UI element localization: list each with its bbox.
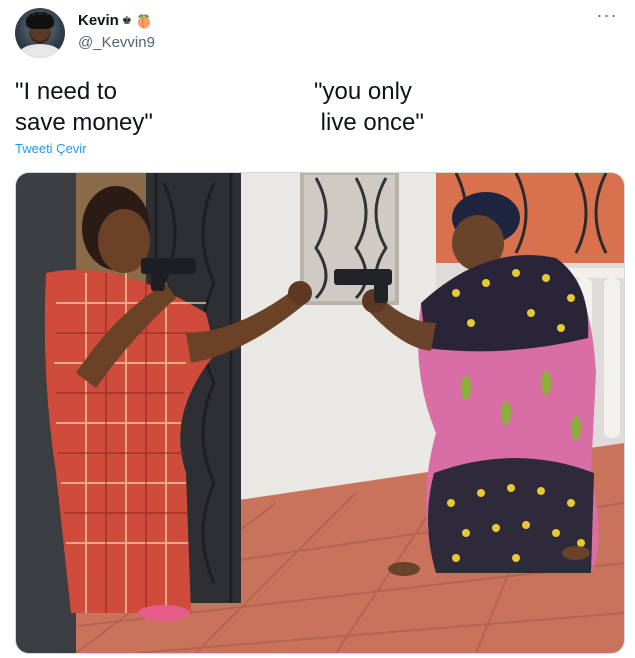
translate-tweet-link[interactable]: Tweeti Çevir xyxy=(15,141,87,156)
meme-photo-illustration xyxy=(16,173,624,653)
avatar[interactable] xyxy=(15,8,65,58)
tweet-media-photo[interactable] xyxy=(15,172,625,654)
author-name-row[interactable]: Kevin ♚ xyxy=(78,12,152,29)
tweet-text-left: "I need to save money" xyxy=(15,78,153,136)
peach-emoji-icon xyxy=(136,13,152,29)
author-display-name[interactable]: Kevin xyxy=(78,12,119,29)
tweet-text-right: "you only live once" xyxy=(314,78,424,136)
avatar-shirt xyxy=(19,44,61,58)
avatar-hair xyxy=(26,12,54,29)
crown-glyph: ♚ xyxy=(121,15,132,27)
author-handle[interactable]: @_Kevvin9 xyxy=(78,34,155,51)
more-horizontal-icon[interactable]: ··· xyxy=(595,6,619,29)
